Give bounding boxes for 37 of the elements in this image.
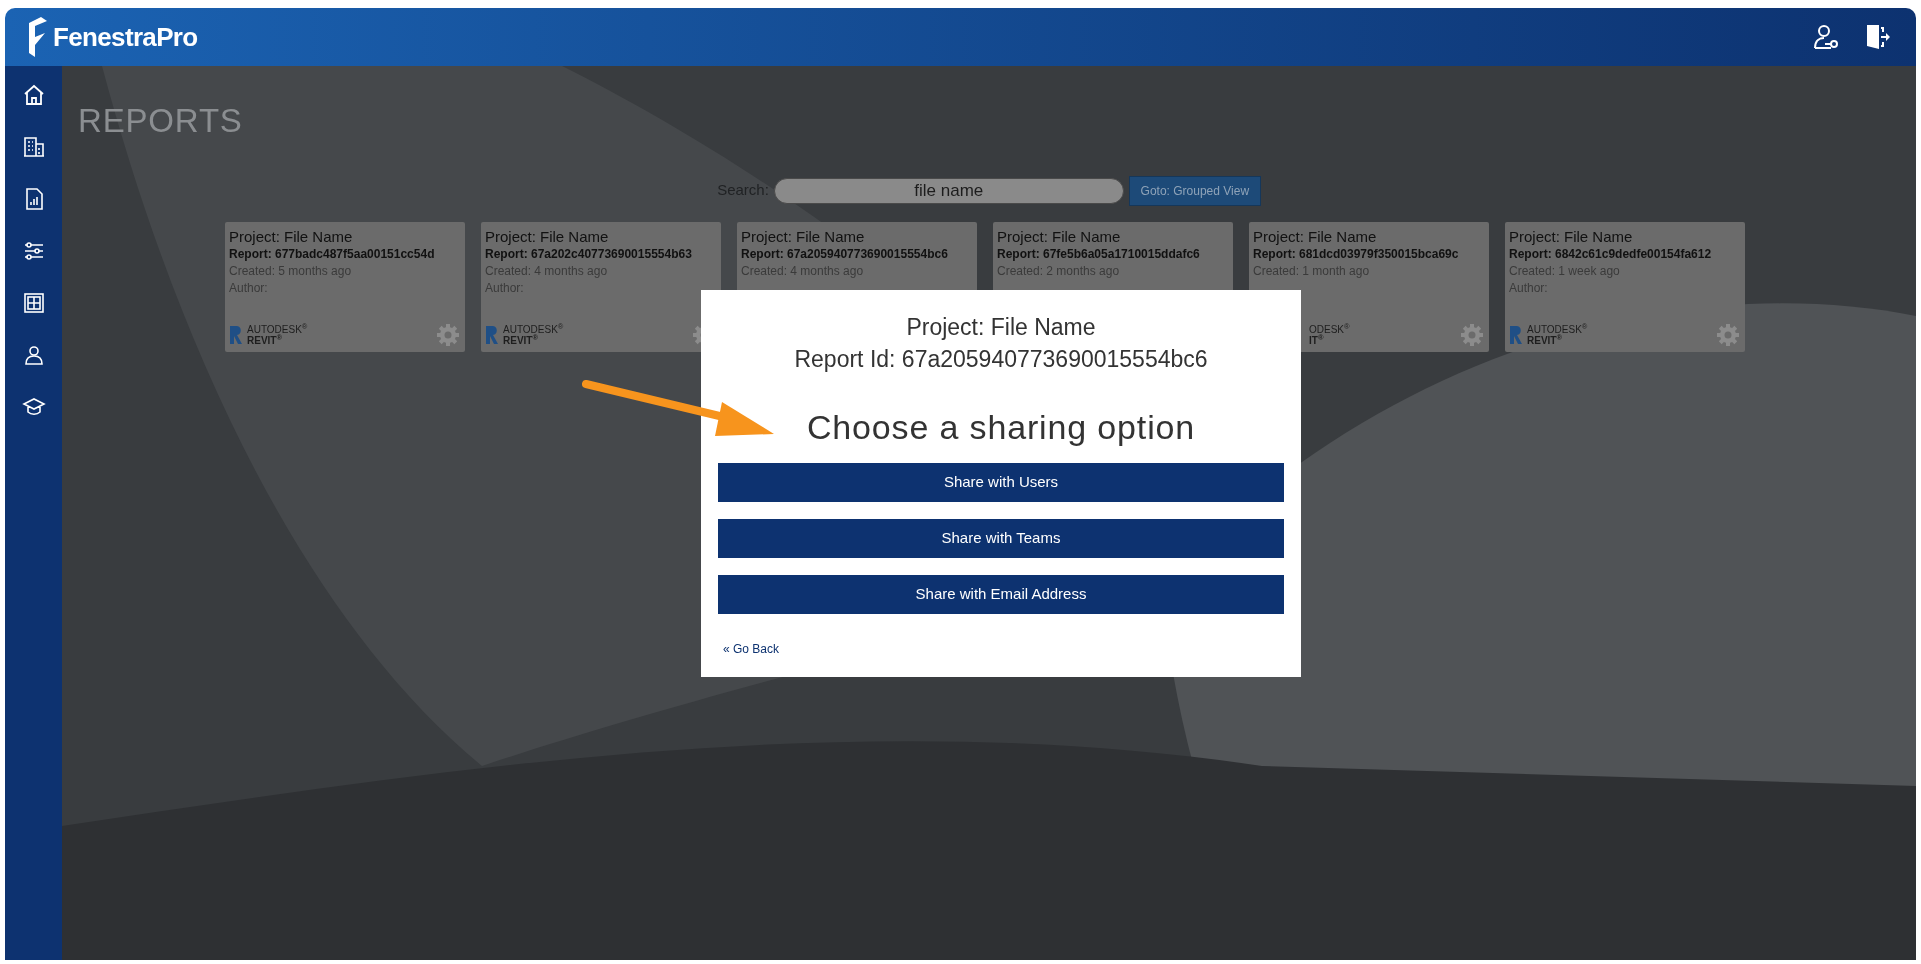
- revit-logo-text: IT$^{®}$: [1309, 334, 1324, 346]
- revit-logo-text: AUTODESK$^{®}$: [1527, 323, 1588, 335]
- revit-logo-text: AUTODESK$^{®}$: [247, 323, 308, 335]
- user-key-icon[interactable]: [1812, 24, 1840, 50]
- revit-logo-text: ODESK$^{®}$: [1309, 323, 1350, 335]
- revit-logo-icon: [1509, 324, 1523, 345]
- card-report-id: Report: 6842c61c9dedfe00154fa612: [1509, 245, 1713, 263]
- revit-logo-text: REVIT$^{®}$: [503, 334, 538, 346]
- revit-logo-text: REVIT$^{®}$: [247, 334, 282, 346]
- card-report-id: Report: 677badc487f5aa00151cc54d: [229, 245, 436, 263]
- revit-logo-icon: [485, 324, 499, 345]
- building-icon[interactable]: [21, 135, 46, 159]
- logo-icon: [27, 17, 49, 57]
- card-project: Project: File Name: [997, 226, 1122, 246]
- app-name: FenestraPro: [53, 20, 198, 54]
- card-report-id: Report: 67fe5b6a05a1710015ddafc6: [997, 245, 1201, 263]
- card-project: Project: File Name: [485, 226, 610, 246]
- revit-logo-text: AUTODESK$^{®}$: [503, 323, 564, 335]
- share-button[interactable]: Share with Email Address: [718, 575, 1284, 614]
- page-title: REPORTS: [78, 101, 244, 141]
- search-field[interactable]: file name: [773, 177, 1124, 204]
- card-project: Project: File Name: [1509, 226, 1634, 246]
- card-project: Project: File Name: [1253, 226, 1378, 246]
- share-button[interactable]: Share with Teams: [718, 519, 1284, 558]
- grouped-view-button[interactable]: Goto: Grouped View: [1128, 175, 1261, 206]
- revit-logo-icon: [229, 324, 243, 345]
- exit-icon[interactable]: [1866, 24, 1890, 50]
- share-button[interactable]: Share with Users: [718, 463, 1284, 502]
- card-project: Project: File Name: [741, 226, 866, 246]
- card-report-id: Report: 681dcd03979f350015bca69c: [1253, 245, 1460, 263]
- grid-icon[interactable]: [21, 291, 46, 315]
- revit-logo-text: REVIT$^{®}$: [1527, 334, 1562, 346]
- card-project: Project: File Name: [229, 226, 354, 246]
- go-back-link[interactable]: « Go Back: [723, 640, 780, 658]
- dialog-heading: Choose a sharing option: [806, 407, 1196, 448]
- card-report-id: Report: 67a202c40773690015554b63: [485, 245, 693, 263]
- card-report-id: Report: 67a205940773690015554bc6: [741, 245, 949, 263]
